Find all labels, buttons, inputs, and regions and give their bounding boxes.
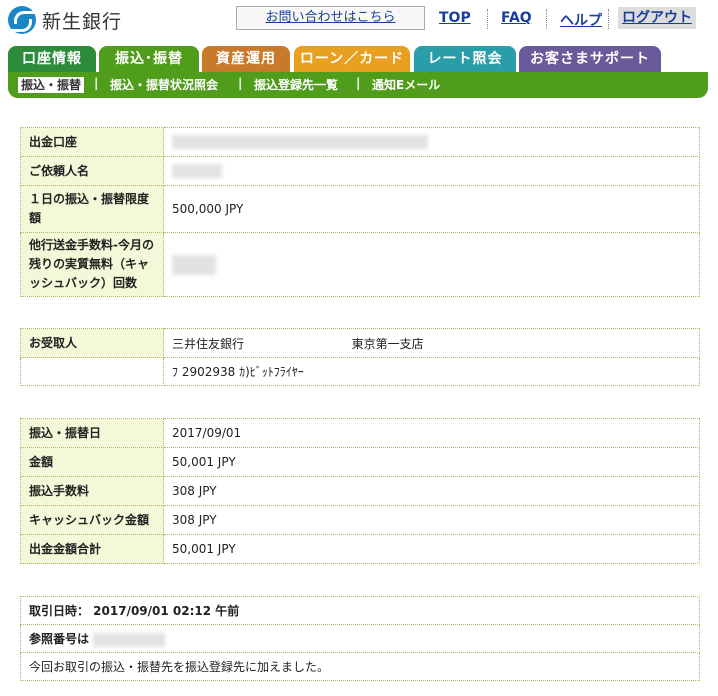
reference-label: 参照番号は (29, 632, 90, 646)
nav-divider (487, 9, 488, 29)
free-fee-value (163, 232, 700, 297)
completion-message: 今回お取引の振込・振替先を振込登録先に加えました。 (20, 652, 700, 681)
help-link[interactable]: ヘルプ (560, 10, 602, 30)
recipient-label: お受取人 (20, 328, 164, 358)
tab-asset-management[interactable]: 資産運用 (202, 46, 290, 72)
subnav-transfer[interactable]: 振込・振替 (18, 77, 85, 93)
cashback-label: キャッシュバック金額 (20, 505, 164, 535)
cashback-value: 308 JPY (163, 505, 700, 535)
total-label: 出金金額合計 (20, 534, 164, 564)
subnav-registered-list[interactable]: 振込登録先一覧 (254, 77, 338, 93)
recipient-branch: 東京第一支店 (351, 336, 424, 351)
account-table: 出金口座 ご依頼人名 １日の振込・振替限度額 500,000 JPY 他行送金手… (20, 127, 700, 297)
amount-value: 50,001 JPY (163, 447, 700, 477)
withdraw-account-label: 出金口座 (20, 127, 164, 157)
requester-value (163, 156, 700, 186)
top-link[interactable]: TOP (439, 10, 471, 26)
contact-link[interactable]: お問い合わせはこちら (236, 6, 425, 30)
redacted-value (172, 254, 216, 275)
nav-divider (608, 9, 609, 29)
free-fee-label: 他行送金手数料-今月の残りの実質無料（キャッシュバック）回数 (20, 232, 164, 297)
tab-account-info[interactable]: 口座情報 (8, 46, 96, 72)
requester-label: ご依頼人名 (20, 156, 164, 186)
daily-limit-label: １日の振込・振替限度額 (20, 185, 164, 233)
nav-divider (546, 9, 547, 29)
transfer-fee-label: 振込手数料 (20, 476, 164, 506)
logout-button[interactable]: ログアウト (618, 7, 696, 29)
redacted-value (172, 135, 428, 150)
tab-rate-inquiry[interactable]: レート照会 (414, 46, 516, 72)
bank-logo-icon (8, 6, 36, 34)
redacted-value (172, 164, 222, 179)
transfer-table: 振込・振替日 2017/09/01 金額 50,001 JPY 振込手数料 30… (20, 418, 700, 564)
transfer-date-value: 2017/09/01 (163, 418, 700, 448)
withdraw-account-value (163, 127, 700, 157)
subnav-email-notify[interactable]: 通知Eメール (372, 77, 440, 93)
tab-transfer[interactable]: 振込･振替 (99, 46, 199, 74)
total-value: 50,001 JPY (163, 534, 700, 564)
transaction-summary: 取引日時： 2017/09/01 02:12 午前 参照番号は 今回お取引の振込… (20, 596, 700, 681)
recipient-bank: 三井住友銀行 (172, 336, 245, 351)
bank-name: 新生銀行 (42, 10, 123, 33)
tab-loan-card[interactable]: ローン／カード (294, 46, 410, 72)
bank-logo: 新生銀行 (8, 6, 122, 34)
transfer-date-label: 振込・振替日 (20, 418, 164, 448)
transfer-fee-value: 308 JPY (163, 476, 700, 506)
subnav-transfer-status[interactable]: 振込・振替状況照会 (110, 77, 218, 93)
recipient-account: ﾌ 2902938 ｶ)ﾋﾞｯﾄﾌﾗｲﾔｰ (163, 357, 700, 386)
transaction-datetime: 取引日時： 2017/09/01 02:12 午前 (20, 596, 700, 625)
amount-label: 金額 (20, 447, 164, 477)
redacted-value (92, 632, 165, 647)
daily-limit-value: 500,000 JPY (163, 185, 700, 233)
recipient-table: お受取人 三井住友銀行 東京第一支店 ﾌ 2902938 ｶ)ﾋﾞｯﾄﾌﾗｲﾔｰ (20, 328, 700, 386)
faq-link[interactable]: FAQ (501, 10, 532, 26)
tab-customer-support[interactable]: お客さまサポート (519, 46, 661, 72)
sub-navigation: 振込・振替 | 振込・振替状況照会 | 振込登録先一覧 | 通知Eメール (8, 72, 708, 98)
